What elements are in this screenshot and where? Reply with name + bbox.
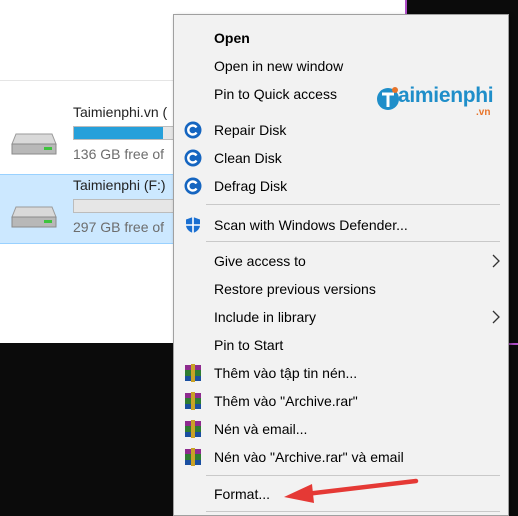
menu-item-label: Defrag Disk (214, 178, 288, 194)
menu-item-clean-disk[interactable]: Clean Disk (174, 144, 508, 172)
watermark-tld-text: .vn (476, 107, 491, 118)
drive-usage-bar (73, 199, 183, 213)
drive-item-taimienphi-f[interactable]: Taimienphi (F:) 297 GB free of (0, 174, 183, 244)
menu-item-label: Scan with Windows Defender... (214, 217, 408, 233)
disk-tool-icon (184, 177, 202, 195)
disk-tool-icon (184, 149, 202, 167)
chevron-right-icon (492, 310, 500, 324)
menu-item-open[interactable]: Open (174, 24, 508, 52)
menu-item-winrar-compress-email[interactable]: Nén và email... (174, 415, 508, 443)
menu-item-defrag-disk[interactable]: Defrag Disk (174, 172, 508, 200)
menu-item-label: Clean Disk (214, 150, 282, 166)
watermark-logo: aimienphi .vn (376, 82, 506, 120)
drive-free-space: 136 GB free of (73, 146, 165, 162)
menu-item-pin-start[interactable]: Pin to Start (174, 331, 508, 359)
drive-name: Taimienphi.vn ( (73, 104, 168, 120)
menu-item-repair-disk[interactable]: Repair Disk (174, 116, 508, 144)
menu-item-label: Nén và email... (214, 421, 308, 437)
menu-item-winrar-compress-archive-email[interactable]: Nén vào "Archive.rar" và email (174, 443, 508, 471)
logo-t-icon (377, 87, 399, 110)
menu-item-label: Give access to (214, 253, 306, 269)
annotation-arrow-icon (284, 478, 419, 503)
menu-item-label: Repair Disk (214, 122, 287, 138)
watermark-brand-text: aimienphi (398, 84, 494, 107)
winrar-icon (185, 364, 201, 382)
menu-item-winrar-add-archive[interactable]: Thêm vào tập tin nén... (174, 359, 508, 387)
menu-item-restore-versions[interactable]: Restore previous versions (174, 275, 508, 303)
drive-name: Taimienphi (F:) (73, 177, 166, 193)
menu-item-label: Pin to Start (214, 337, 284, 353)
menu-item-label: Open in new window (214, 58, 344, 74)
hard-drive-icon (11, 133, 57, 155)
menu-item-label: Pin to Quick access (214, 86, 337, 102)
menu-item-label: Thêm vào tập tin nén... (214, 365, 358, 381)
disk-tool-icon (184, 121, 202, 139)
menu-item-label: Format... (214, 486, 271, 502)
menu-item-open-new-window[interactable]: Open in new window (174, 52, 508, 80)
menu-separator (206, 241, 500, 242)
drive-free-space: 297 GB free of (73, 219, 165, 235)
menu-item-label: Open (214, 30, 250, 46)
menu-item-label: Nén vào "Archive.rar" và email (214, 449, 404, 465)
menu-item-give-access[interactable]: Give access to (174, 247, 508, 275)
menu-item-label: Include in library (214, 309, 316, 325)
menu-item-include-library[interactable]: Include in library (174, 303, 508, 331)
menu-separator (206, 204, 500, 205)
winrar-icon (185, 392, 201, 410)
menu-item-label: Restore previous versions (214, 281, 376, 297)
menu-item-winrar-add-archive-rar[interactable]: Thêm vào "Archive.rar" (174, 387, 508, 415)
divider (0, 80, 180, 81)
menu-item-label: Thêm vào "Archive.rar" (214, 393, 358, 409)
chevron-right-icon (492, 254, 500, 268)
drive-item-taimienphi-vn[interactable]: Taimienphi.vn ( 136 GB free of (0, 102, 183, 170)
menu-item-scan-defender[interactable]: Scan with Windows Defender... (174, 211, 508, 239)
hard-drive-icon (11, 206, 57, 228)
shield-icon (186, 217, 200, 233)
winrar-icon (185, 448, 201, 466)
menu-separator (206, 511, 500, 512)
winrar-icon (185, 420, 201, 438)
drive-usage-bar (73, 126, 183, 140)
